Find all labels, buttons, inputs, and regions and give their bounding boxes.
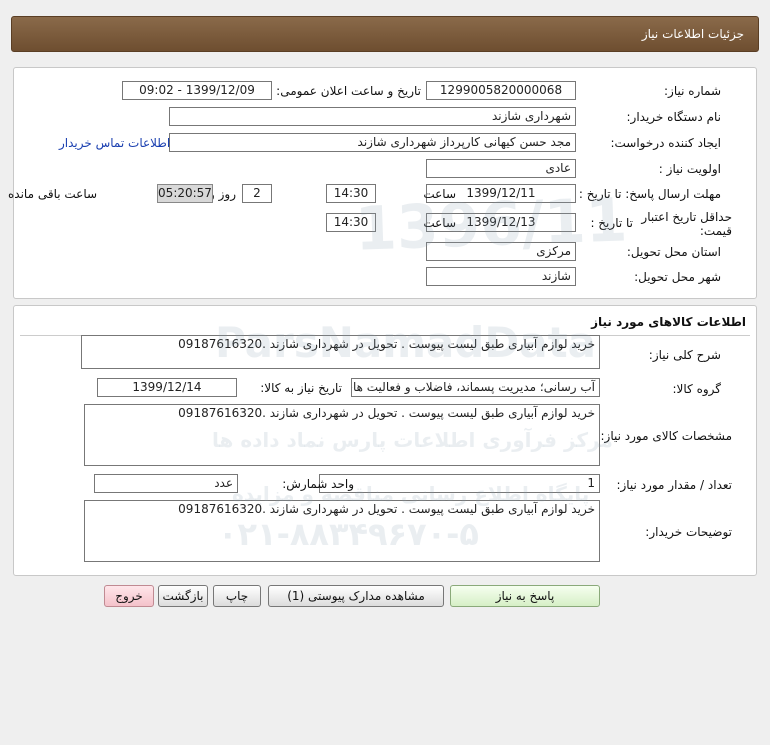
city-field: شازند xyxy=(426,267,576,286)
specs-label: مشخصات کالای مورد نیاز: xyxy=(600,429,732,443)
creator-label: ایجاد کننده درخواست: xyxy=(610,136,721,150)
need-number-field: 1299005820000068 xyxy=(426,81,576,100)
remaining-timer: 05:20:57 xyxy=(157,184,213,203)
province-field: مرکزی xyxy=(426,242,576,261)
unit-field: عدد xyxy=(94,474,238,493)
need-info-panel: شماره نیاز: 1299005820000068 تاریخ و ساع… xyxy=(8,67,757,299)
deadline-label: مهلت ارسال پاسخ: تا تاریخ : xyxy=(578,187,721,201)
validity-label: حداقل تاریخ اعتبار قیمت: xyxy=(641,210,732,238)
goods-info-panel: اطلاعات کالاهای مورد نیاز شرح کلی نیاز: … xyxy=(13,305,757,576)
deadline-time-label: ساعت xyxy=(423,187,456,201)
page-title: جزئیات اطلاعات نیاز xyxy=(641,27,744,41)
announce-field: 1399/12/09 - 09:02 xyxy=(122,81,272,100)
desc-label: شرح کلی نیاز: xyxy=(648,348,721,362)
need-date-label: تاریخ نیاز به کالا: xyxy=(260,381,342,395)
need-number-label: شماره نیاز: xyxy=(664,84,721,98)
exit-button[interactable]: خروج xyxy=(104,585,154,607)
unit-label: واحد شمارش: xyxy=(282,477,354,491)
validity-to-label: تا تاریخ : xyxy=(590,216,633,230)
buyer-notes-label: توضیحات خریدار: xyxy=(645,525,732,539)
buyer-contact-link[interactable]: اطلاعات تماس خریدار xyxy=(59,136,170,150)
group-label: گروه کالا: xyxy=(672,382,722,396)
validity-time-label: ساعت xyxy=(423,216,456,230)
priority-field: عادی xyxy=(426,159,576,178)
header-bar: جزئیات اطلاعات نیاز xyxy=(11,16,759,52)
goods-section-title: اطلاعات کالاهای مورد نیاز xyxy=(591,315,746,329)
specs-field: خرید لوازم آبیاری طبق لیست پیوست . تحویل… xyxy=(84,404,600,466)
deadline-time-field: 14:30 xyxy=(326,184,376,203)
buyer-notes-field: خرید لوازم آبیاری طبق لیست پیوست . تحویل… xyxy=(84,500,600,562)
creator-field: مجد حسن کیهانی کارپرداز شهرداری شازند xyxy=(169,133,576,152)
validity-time-field: 14:30 xyxy=(326,213,376,232)
group-field: آب رسانی؛ مدیریت پسماند، فاضلاب و فعالیت… xyxy=(351,378,600,397)
province-label: استان محل تحویل: xyxy=(626,245,721,259)
qty-field: 1 xyxy=(319,474,600,493)
buyer-org-label: نام دستگاه خریدار: xyxy=(626,110,722,124)
remaining-label: ساعت باقی مانده xyxy=(8,187,98,201)
qty-label: تعداد / مقدار مورد نیاز: xyxy=(616,478,732,492)
city-label: شهر محل تحویل: xyxy=(634,270,721,284)
view-attachments-button[interactable]: مشاهده مدارک پیوستی (1) xyxy=(268,585,444,607)
days-label: روز و xyxy=(209,187,236,201)
announce-label: تاریخ و ساعت اعلان عمومی: xyxy=(276,84,421,98)
back-button[interactable]: بازگشت xyxy=(158,585,208,607)
priority-label: اولویت نیاز : xyxy=(658,162,721,176)
reply-button[interactable]: پاسخ به نیاز xyxy=(450,585,600,607)
desc-field: خرید لوازم آبیاری طبق لیست پیوست . تحویل… xyxy=(81,335,600,369)
need-date-field: 1399/12/14 xyxy=(97,378,237,397)
buyer-org-field: شهرداری شازند xyxy=(169,107,576,126)
print-button[interactable]: چاپ xyxy=(213,585,261,607)
days-field: 2 xyxy=(242,184,272,203)
